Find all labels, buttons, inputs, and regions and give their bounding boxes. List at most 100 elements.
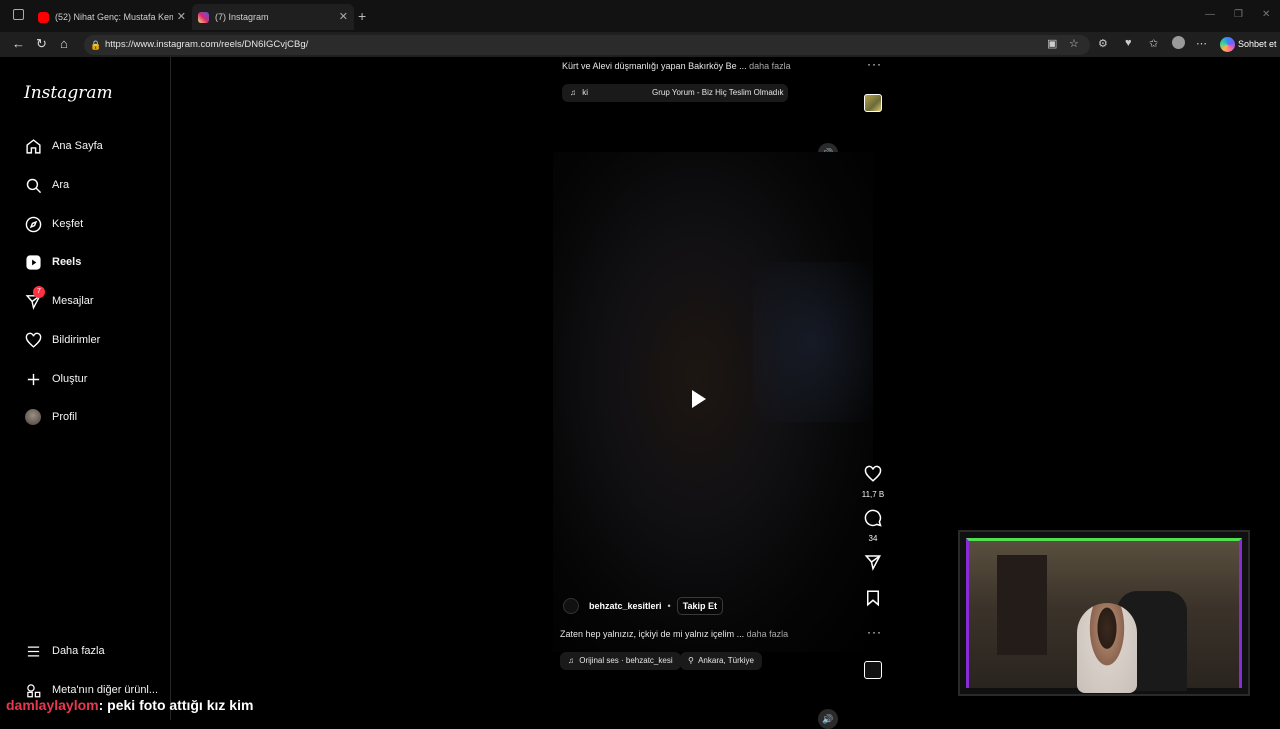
copilot-button[interactable]: Sohbet et (1218, 35, 1277, 54)
copilot-label: Sohbet et (1238, 39, 1277, 49)
follow-button[interactable]: Takip Et (676, 597, 724, 615)
audio-chip[interactable]: ♫ Orijinal ses · behzatc_kesi (560, 652, 681, 670)
sidebar-item-label: Ana Sayfa (52, 140, 103, 152)
tab-title: (7) Instagram (215, 12, 269, 22)
separator-dot: • (667, 601, 671, 611)
favorites-icon[interactable]: ✩ (1149, 37, 1158, 50)
avatar (25, 409, 41, 425)
sidebar-item-label: Keşfet (52, 218, 84, 230)
chat-text: : peki foto attığı kız kim (98, 697, 254, 713)
sidebar-item-label: Meta'nın diğer ürünl... (52, 684, 159, 696)
audio-thumbnail[interactable] (864, 94, 882, 112)
username[interactable]: behzatc_kesitleri (589, 601, 662, 611)
hamburger-icon (24, 642, 42, 660)
back-icon[interactable]: ← (12, 36, 25, 51)
home-icon[interactable]: ⌂ (60, 36, 68, 51)
extensions-icon[interactable]: ⚙ (1098, 37, 1108, 50)
messenger-icon: 7 (24, 286, 45, 310)
prev-audio-chip[interactable]: ♫ ki Grup Yorum - Biz Hiç Teslim Olmadık (562, 84, 788, 102)
location-chip[interactable]: ⚲ Ankara, Türkiye (680, 652, 762, 670)
bookmark-icon (867, 590, 879, 607)
copilot-icon (1220, 37, 1235, 52)
sidebar-item-more[interactable]: Daha fazla (24, 638, 105, 664)
plus-icon (24, 370, 42, 388)
sidebar-item-messages[interactable]: 7 Mesajlar (24, 286, 94, 314)
maximize-icon[interactable]: ❐ (1234, 9, 1243, 20)
refresh-icon[interactable]: ↻ (36, 36, 47, 52)
tab-youtube[interactable]: (52) Nihat Genç: Mustafa Kemal b ✕ (32, 4, 192, 30)
webcam-person (1077, 603, 1137, 693)
browser-chrome: (52) Nihat Genç: Mustafa Kemal b ✕ (7) I… (0, 0, 1280, 57)
reel-video[interactable] (553, 152, 873, 652)
tab-title: (52) Nihat Genç: Mustafa Kemal b (55, 12, 173, 22)
instagram-logo[interactable]: Instagram (24, 83, 113, 103)
comment-action[interactable]: 34 (860, 509, 886, 543)
tab-bar: (52) Nihat Genç: Mustafa Kemal b ✕ (7) I… (0, 0, 1280, 32)
like-action[interactable]: 11,7 B (860, 465, 886, 499)
window-close-icon[interactable]: ✕ (1262, 9, 1270, 20)
profile-avatar-wrap (24, 408, 42, 426)
sidebar: Instagram Ana Sayfa Ara Keşfet Reels 7 M… (8, 57, 171, 720)
save-action[interactable] (860, 589, 886, 612)
sidebar-item-reels[interactable]: Reels (24, 249, 81, 275)
app-available-icon[interactable]: ▣ (1047, 37, 1057, 50)
favorite-star-icon[interactable]: ☆ (1069, 37, 1079, 50)
reels-icon (24, 253, 42, 271)
close-icon[interactable]: ✕ (177, 10, 186, 23)
sidebar-item-create[interactable]: Oluştur (24, 366, 87, 392)
close-icon[interactable]: ✕ (339, 10, 348, 23)
share-action[interactable] (860, 553, 886, 576)
profile-icon[interactable] (1172, 36, 1185, 49)
reel-caption: Zaten hep yalnızız, içkiyi de mi yalnız … (560, 629, 788, 639)
sidebar-item-explore[interactable]: Keşfet (24, 211, 83, 237)
audio-track: Grup Yorum - Biz Hiç Teslim Olmadık (652, 88, 784, 97)
audio-thumbnail[interactable] (864, 661, 882, 679)
menu-dots-icon[interactable]: ⋯ (1196, 37, 1207, 50)
speaker-icon[interactable]: 🔊 (818, 709, 838, 729)
sidebar-item-label: Profil (52, 411, 78, 423)
address-bar-row: ← ↻ ⌂ 🔒 https://www.instagram.com/reels/… (0, 32, 1280, 57)
like-count: 11,7 B (861, 490, 885, 499)
webcam-shelf (997, 555, 1047, 655)
audio-left: ki (582, 88, 589, 97)
heart-icon (24, 331, 42, 349)
sidebar-item-label: Oluştur (52, 373, 88, 385)
new-tab-icon[interactable]: + (358, 8, 366, 24)
sidebar-item-label: Bildirimler (52, 334, 101, 346)
caption-text: Zaten hep yalnızız, içkiyi de mi yalnız … (560, 629, 745, 639)
sidebar-item-label: Ara (52, 179, 70, 191)
play-icon[interactable] (686, 387, 710, 411)
location-pin-icon: ⚲ (688, 656, 694, 665)
tab-instagram[interactable]: (7) Instagram ✕ (192, 4, 354, 30)
heart-icon (864, 465, 882, 482)
lock-icon: 🔒 (90, 40, 102, 50)
sidebar-item-profile[interactable]: Profil (24, 404, 77, 430)
url-text: https://www.instagram.com/reels/DN6IGCvj… (105, 39, 309, 50)
url-field[interactable]: 🔒 https://www.instagram.com/reels/DN6IGC… (84, 35, 1090, 55)
location-label: Ankara, Türkiye (698, 656, 754, 665)
sidebar-item-notifications[interactable]: Bildirimler (24, 327, 100, 353)
compass-icon (24, 215, 42, 233)
music-icon: ♫ (570, 88, 576, 97)
more-link[interactable]: daha fazla (749, 61, 791, 71)
more-options-icon[interactable]: ··· (867, 57, 882, 71)
notification-badge: 7 (33, 286, 45, 298)
comment-count: 34 (868, 534, 878, 543)
webcam-overlay (958, 530, 1250, 696)
search-icon (24, 176, 42, 194)
sidebar-item-home[interactable]: Ana Sayfa (24, 133, 103, 159)
sidebar-item-label: Reels (52, 256, 82, 268)
prev-reel-caption: Kürt ve Alevi düşmanlığı yapan Bakırköy … (562, 61, 791, 71)
reel-author: behzatc_kesitleri • Takip Et (563, 597, 724, 615)
tab-actions-icon[interactable] (13, 9, 24, 20)
minimize-icon[interactable]: — (1205, 9, 1215, 20)
avatar[interactable] (563, 598, 579, 614)
sidebar-item-label: Daha fazla (52, 645, 105, 657)
more-link[interactable]: daha fazla (747, 629, 789, 639)
youtube-icon (38, 11, 49, 23)
share-icon (864, 555, 881, 571)
more-options-icon[interactable]: ··· (867, 625, 882, 639)
sidebar-item-search[interactable]: Ara (24, 172, 69, 198)
webcam-feed (966, 538, 1242, 693)
browser-essentials-icon[interactable]: ♥ (1125, 37, 1132, 49)
